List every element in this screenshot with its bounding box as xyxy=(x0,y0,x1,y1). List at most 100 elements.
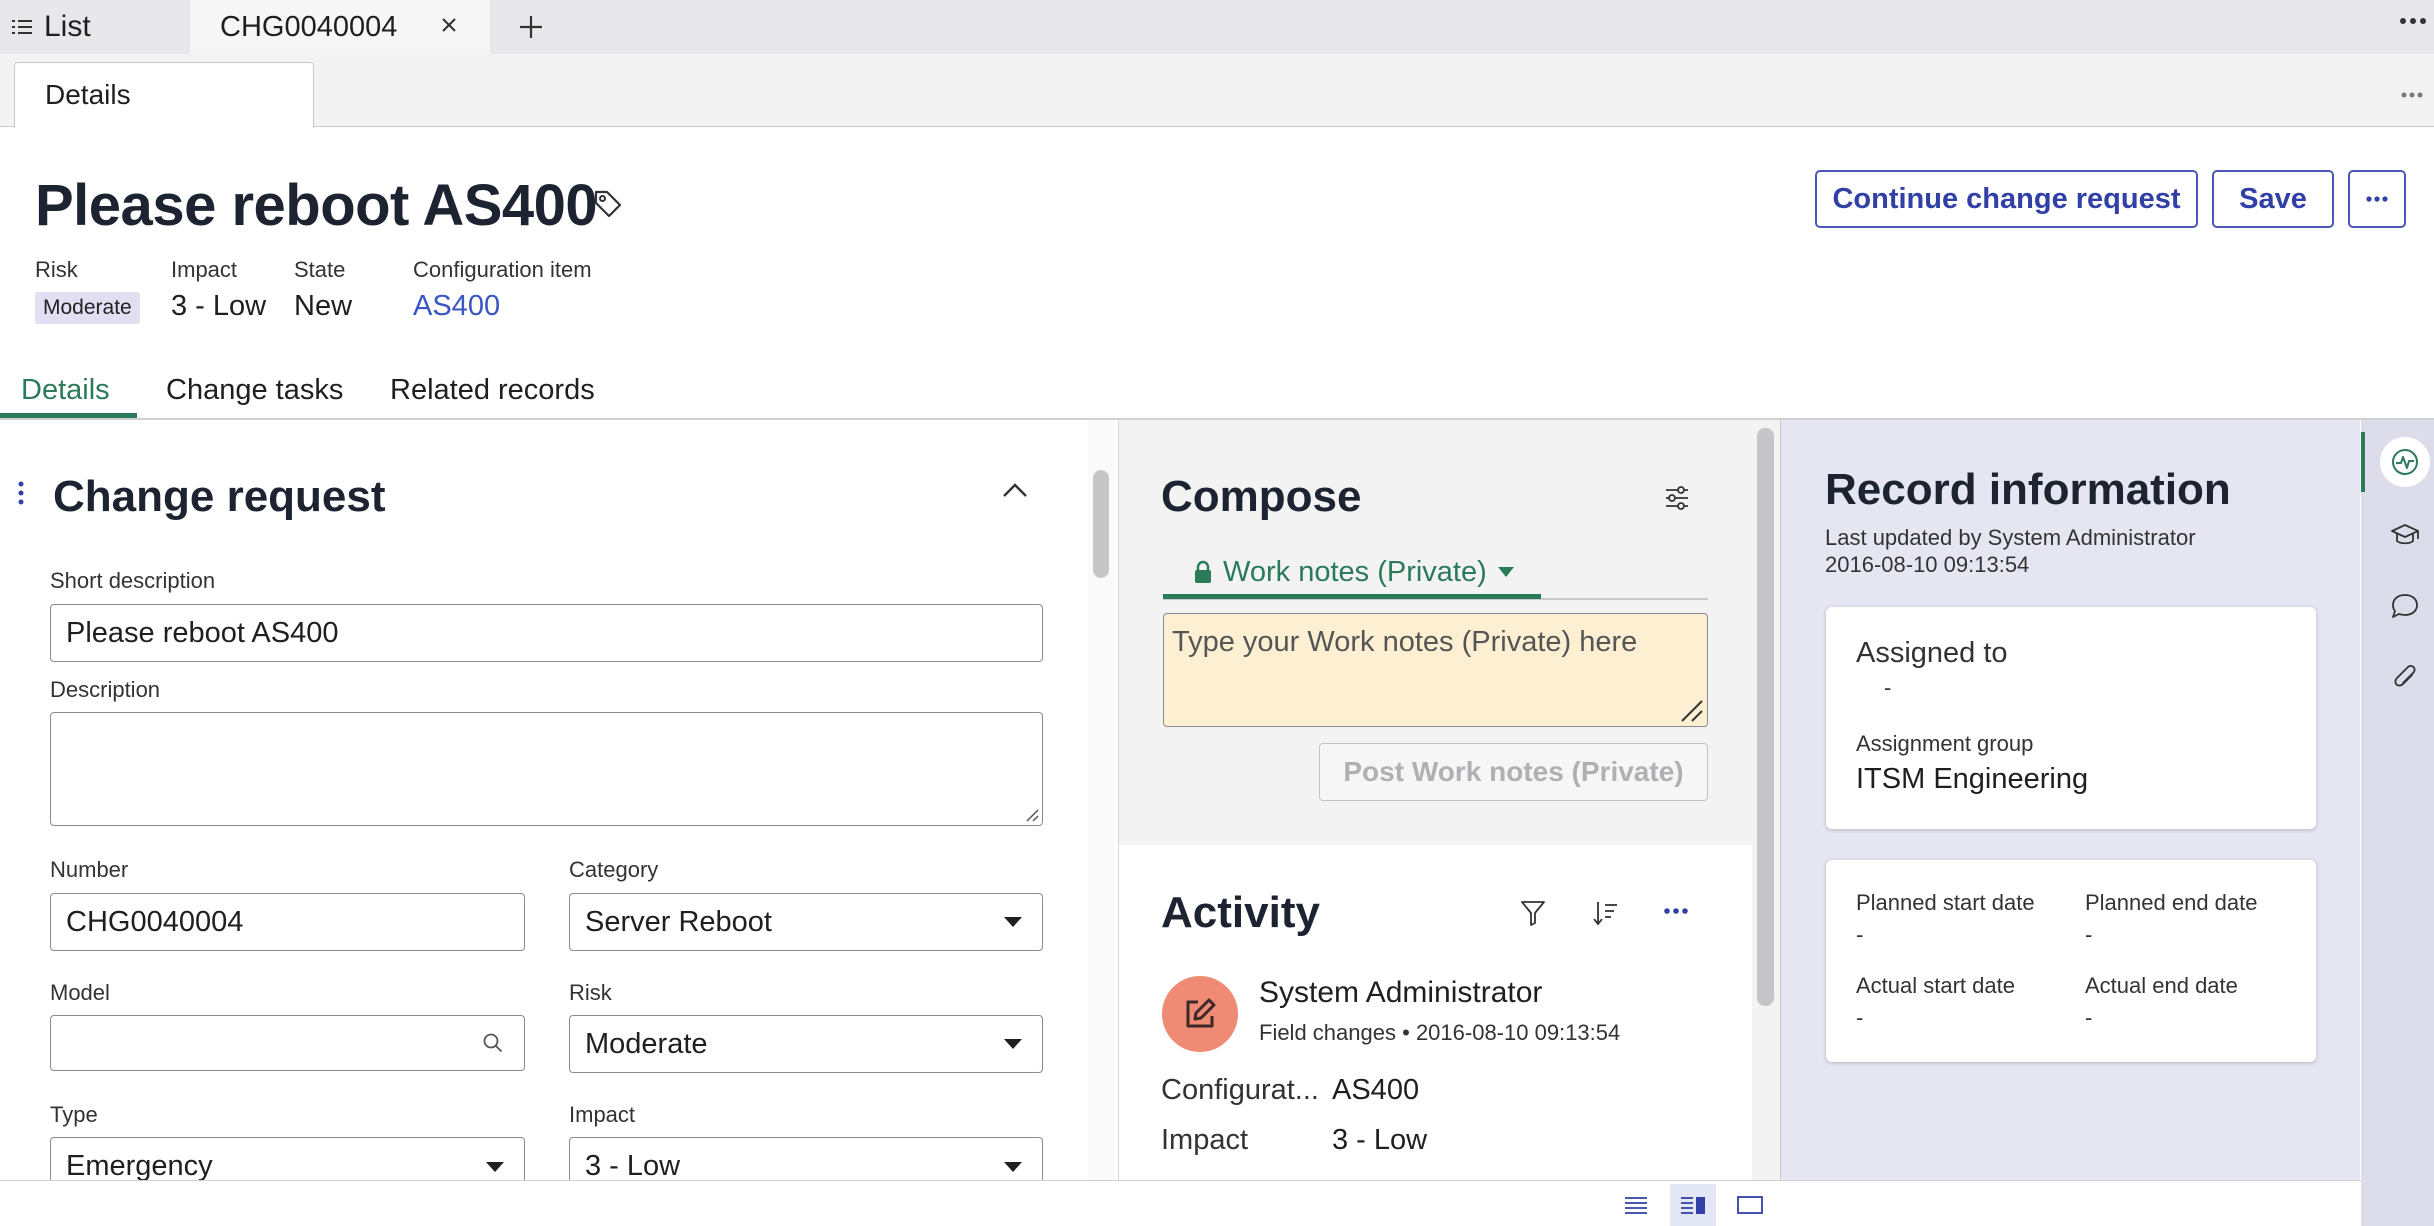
category-label: Category xyxy=(569,857,659,882)
category-value: Server Reboot xyxy=(585,905,772,938)
resize-handle-icon[interactable] xyxy=(1025,808,1039,822)
assigned-to-value: - xyxy=(1884,675,1892,700)
risk-badge: Moderate xyxy=(35,292,140,324)
last-updated-by: Last updated by System Administrator xyxy=(1825,525,2196,550)
tab-section-details[interactable]: Details xyxy=(21,374,110,407)
bullet-separator: • xyxy=(1402,1020,1416,1045)
activity-type: Field changes xyxy=(1259,1020,1396,1045)
work-notes-active-indicator xyxy=(1163,594,1541,599)
continue-change-request-button[interactable]: Continue change request xyxy=(1815,170,2198,228)
type-label: Type xyxy=(50,1102,98,1127)
risk-label: Risk xyxy=(35,257,78,282)
planned-end-label: Planned end date xyxy=(2085,890,2258,915)
more-icon[interactable] xyxy=(2400,90,2424,100)
tab-list-label: List xyxy=(44,10,91,43)
list-icon xyxy=(10,17,34,37)
bottom-bar xyxy=(0,1180,2361,1226)
compose-scrollbar[interactable] xyxy=(1757,428,1774,1006)
actual-end-value: - xyxy=(2085,1005,2093,1030)
page-title: Please reboot AS400 xyxy=(35,173,598,238)
tab-details-label: Details xyxy=(45,79,131,110)
description-label: Description xyxy=(50,677,161,702)
impact-label: Impact xyxy=(171,257,238,282)
work-notes-textarea[interactable]: Type your Work notes (Private) here xyxy=(1163,613,1708,727)
more-icon[interactable] xyxy=(2398,14,2428,28)
configuration-item-link[interactable]: AS400 xyxy=(413,290,500,323)
edit-icon xyxy=(1180,994,1220,1034)
number-input[interactable]: CHG0040004 xyxy=(50,893,525,951)
short-description-value: Please reboot AS400 xyxy=(66,616,339,649)
rail-active-indicator xyxy=(2361,432,2365,492)
layout-compact-icon[interactable] xyxy=(1613,1184,1659,1226)
planned-start-label: Planned start date xyxy=(1856,890,2035,915)
impact-field-value: 3 - Low xyxy=(585,1150,681,1182)
layout-single-icon[interactable] xyxy=(1727,1184,1773,1226)
filter-icon[interactable] xyxy=(1520,899,1546,927)
caret-down-icon xyxy=(1497,566,1515,578)
activity-field-key: Configurat... xyxy=(1161,1074,1319,1106)
risk-field-label: Risk xyxy=(569,980,612,1005)
close-icon[interactable] xyxy=(438,14,460,36)
short-description-label: Short description xyxy=(50,568,216,593)
record-info-title: Record information xyxy=(1825,465,2231,514)
short-description-input[interactable]: Please reboot AS400 xyxy=(50,604,1043,662)
activity-field-value: AS400 xyxy=(1332,1074,1420,1106)
assignment-card: Assigned to - Assignment group ITSM Engi… xyxy=(1826,607,2316,829)
planned-start-value: - xyxy=(1856,922,1864,947)
number-label: Number xyxy=(50,857,129,882)
category-select[interactable]: Server Reboot xyxy=(569,893,1043,951)
activity-timestamp: 2016-08-10 09:13:54 xyxy=(1415,1020,1621,1045)
activity-field-value: 3 - Low xyxy=(1332,1124,1428,1156)
sort-icon[interactable] xyxy=(1591,899,1619,927)
more-icon[interactable] xyxy=(1663,906,1689,916)
tab-record[interactable]: CHG0040004 xyxy=(190,0,490,54)
attachment-icon[interactable] xyxy=(2392,663,2420,693)
planned-end-value: - xyxy=(2085,922,2093,947)
tab-section-change-tasks[interactable]: Change tasks xyxy=(166,374,343,407)
chat-icon[interactable] xyxy=(2390,592,2420,620)
tab-details[interactable]: Details xyxy=(14,62,314,128)
caret-down-icon xyxy=(1004,1162,1022,1172)
work-notes-tab[interactable]: Work notes (Private) xyxy=(1163,545,1541,599)
assignment-group-value: ITSM Engineering xyxy=(1856,763,2089,795)
model-input[interactable] xyxy=(50,1015,525,1071)
tag-icon[interactable] xyxy=(592,188,624,220)
assignment-group-label: Assignment group xyxy=(1856,731,2034,756)
activity-icon[interactable] xyxy=(2380,437,2430,487)
layout-split-icon[interactable] xyxy=(1670,1184,1716,1226)
activity-meta: Field changes • 2016-08-10 09:13:54 xyxy=(1259,1020,1620,1046)
tab-list[interactable]: List xyxy=(0,0,190,54)
search-icon[interactable] xyxy=(482,1032,504,1054)
tab-section-related-records[interactable]: Related records xyxy=(390,374,595,407)
save-button[interactable]: Save xyxy=(2212,170,2334,228)
activity-field-key: Impact xyxy=(1161,1124,1249,1156)
compose-title: Compose xyxy=(1161,472,1362,521)
description-textarea[interactable] xyxy=(50,712,1043,826)
number-value: CHG0040004 xyxy=(66,905,244,938)
chevron-up-icon[interactable] xyxy=(1000,480,1030,500)
caret-down-icon xyxy=(1004,917,1022,927)
form-scrollbar[interactable] xyxy=(1093,470,1109,578)
settings-icon[interactable] xyxy=(1663,484,1691,512)
actual-start-value: - xyxy=(1856,1005,1864,1030)
graduation-icon[interactable] xyxy=(2390,522,2420,548)
schedule-card: Planned start date - Planned end date - … xyxy=(1826,860,2316,1062)
actual-start-label: Actual start date xyxy=(1856,973,2015,998)
risk-select[interactable]: Moderate xyxy=(569,1015,1043,1073)
plus-icon[interactable] xyxy=(510,6,552,48)
state-label: State xyxy=(294,257,346,282)
resize-handle-icon[interactable] xyxy=(1680,699,1704,723)
risk-field-value: Moderate xyxy=(585,1027,708,1060)
type-value: Emergency xyxy=(66,1150,213,1182)
lock-icon xyxy=(1193,560,1213,584)
avatar xyxy=(1162,976,1238,1052)
more-actions-button[interactable] xyxy=(2348,170,2406,228)
more-icon xyxy=(2365,195,2389,203)
actual-end-label: Actual end date xyxy=(2085,973,2238,998)
post-work-notes-button[interactable]: Post Work notes (Private) xyxy=(1319,743,1708,801)
caret-down-icon xyxy=(486,1162,504,1172)
model-label: Model xyxy=(50,980,110,1005)
sub-tab-bar xyxy=(0,54,2434,127)
drag-icon[interactable] xyxy=(16,480,26,506)
assigned-to-label: Assigned to xyxy=(1856,637,2008,669)
